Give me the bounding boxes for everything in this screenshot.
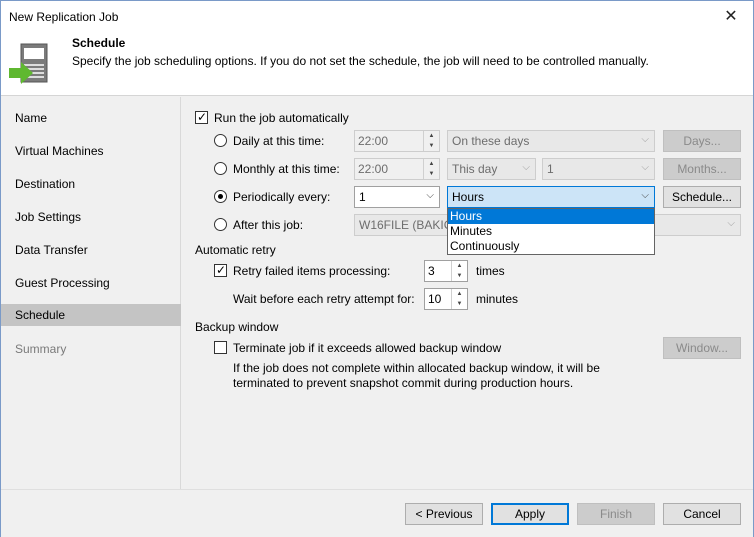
- monthly-radio[interactable]: [214, 162, 227, 175]
- checkmark-icon: ✓: [197, 110, 208, 124]
- sidebar-item-data-transfer[interactable]: Data Transfer: [1, 239, 181, 261]
- page-description: Specify the job scheduling options. If y…: [72, 54, 649, 68]
- daily-days-select[interactable]: On these days ⌵: [447, 130, 655, 152]
- periodically-label: Periodically every:: [233, 190, 331, 204]
- chevron-down-icon: ⌵: [641, 134, 649, 145]
- wizard-header: Schedule Specify the job scheduling opti…: [1, 32, 753, 96]
- radio-dot-icon: [218, 194, 223, 199]
- page-title: Schedule: [72, 36, 126, 50]
- server-arrow-icon: [9, 43, 48, 84]
- terminate-job-checkbox[interactable]: [214, 341, 227, 354]
- sidebar-item-guest-processing[interactable]: Guest Processing: [1, 272, 181, 294]
- sidebar-item-destination[interactable]: Destination: [1, 173, 181, 195]
- chevron-down-icon: ⌵: [727, 218, 735, 229]
- sidebar-item-virtual-machines[interactable]: Virtual Machines: [1, 140, 181, 162]
- period-unit-dropdown-list: Hours Minutes Continuously: [447, 208, 655, 255]
- sidebar-item-summary: Summary: [15, 342, 67, 356]
- close-icon[interactable]: ✕: [709, 1, 753, 32]
- sidebar-item-job-settings[interactable]: Job Settings: [1, 206, 181, 228]
- retry-failed-checkbox[interactable]: ✓: [214, 263, 227, 277]
- period-value: 1: [359, 190, 366, 204]
- chevron-down-icon: ⌵: [641, 190, 649, 201]
- replication-job-window: New Replication Job ✕ Schedule Specify t…: [0, 0, 754, 537]
- daily-label: Daily at this time:: [233, 134, 325, 148]
- dropdown-option-hours[interactable]: Hours: [448, 209, 654, 224]
- after-job-radio[interactable]: [214, 218, 227, 231]
- retry-wait-value: 10: [428, 292, 442, 306]
- monthly-number-select[interactable]: 1 ⌵: [542, 158, 655, 180]
- run-automatically-label: Run the job automatically: [214, 111, 349, 125]
- window-button[interactable]: Window...: [663, 337, 741, 359]
- wizard-steps-sidebar: Name Virtual Machines Destination Job Se…: [1, 97, 181, 489]
- period-value-select[interactable]: 1 ⌵: [354, 186, 440, 208]
- automatic-retry-group-label: Automatic retry: [195, 243, 276, 257]
- period-unit-value: Hours: [452, 190, 485, 204]
- retry-count-value: 3: [428, 264, 435, 278]
- daily-days-value: On these days: [452, 134, 530, 148]
- title-bar: New Replication Job ✕: [1, 1, 753, 32]
- wizard-footer: < Previous Apply Finish Cancel: [1, 489, 753, 537]
- run-automatically-checkbox[interactable]: ✓: [195, 110, 208, 124]
- days-button[interactable]: Days...: [663, 130, 741, 152]
- retry-unit-label: times: [476, 264, 505, 278]
- apply-button[interactable]: Apply: [491, 503, 569, 525]
- schedule-button[interactable]: Schedule...: [663, 186, 741, 208]
- chevron-down-icon: ⌵: [641, 162, 649, 173]
- cancel-button[interactable]: Cancel: [663, 503, 741, 525]
- monthly-time-value: 22:00: [358, 162, 389, 176]
- daily-time-value: 22:00: [358, 134, 389, 148]
- window-title: New Replication Job: [9, 10, 119, 24]
- daily-time-stepper[interactable]: 22:00 ▲ ▼: [354, 130, 440, 152]
- retry-count-stepper[interactable]: 3 ▲ ▼: [424, 260, 468, 282]
- monthly-day-select[interactable]: This day ⌵: [447, 158, 536, 180]
- sidebar-item-schedule[interactable]: Schedule: [1, 304, 181, 326]
- checkmark-icon: ✓: [216, 263, 227, 277]
- periodically-radio[interactable]: [214, 190, 227, 203]
- schedule-panel: ✓ Run the job automatically Daily at thi…: [182, 97, 753, 489]
- months-button[interactable]: Months...: [663, 158, 741, 180]
- retry-failed-label: Retry failed items processing:: [233, 264, 391, 278]
- dropdown-option-continuously[interactable]: Continuously: [448, 239, 654, 254]
- chevron-down-icon: ⌵: [522, 162, 530, 173]
- monthly-day-value: This day: [452, 162, 498, 176]
- spin-down-icon[interactable]: ▼: [452, 271, 467, 281]
- sidebar-item-name[interactable]: Name: [1, 107, 181, 129]
- after-job-value: W16FILE (BAKICU: [359, 218, 462, 232]
- backup-window-note-line1: If the job does not complete within allo…: [233, 361, 600, 375]
- retry-wait-stepper[interactable]: 10 ▲ ▼: [424, 288, 468, 310]
- spin-up-icon[interactable]: ▲: [452, 261, 467, 271]
- spin-up-icon[interactable]: ▲: [452, 289, 467, 299]
- monthly-time-stepper[interactable]: 22:00 ▲ ▼: [354, 158, 440, 180]
- monthly-number-value: 1: [547, 162, 554, 176]
- chevron-down-icon: ⌵: [426, 190, 434, 201]
- spin-down-icon[interactable]: ▼: [424, 141, 439, 151]
- backup-window-note-line2: terminated to prevent snapshot commit du…: [233, 376, 574, 390]
- spin-up-icon[interactable]: ▲: [424, 131, 439, 141]
- retry-wait-unit-label: minutes: [476, 292, 519, 306]
- spin-down-icon[interactable]: ▼: [452, 299, 467, 309]
- previous-button[interactable]: < Previous: [405, 503, 483, 525]
- spin-up-icon[interactable]: ▲: [424, 159, 439, 169]
- terminate-job-label: Terminate job if it exceeds allowed back…: [233, 341, 502, 355]
- retry-wait-label: Wait before each retry attempt for:: [233, 292, 415, 306]
- spin-down-icon[interactable]: ▼: [424, 169, 439, 179]
- daily-radio[interactable]: [214, 134, 227, 147]
- finish-button: Finish: [577, 503, 655, 525]
- period-unit-select[interactable]: Hours ⌵: [447, 186, 655, 208]
- backup-window-group-label: Backup window: [195, 320, 279, 334]
- monthly-label: Monthly at this time:: [233, 162, 340, 176]
- dropdown-option-minutes[interactable]: Minutes: [448, 224, 654, 239]
- after-job-label: After this job:: [233, 218, 304, 232]
